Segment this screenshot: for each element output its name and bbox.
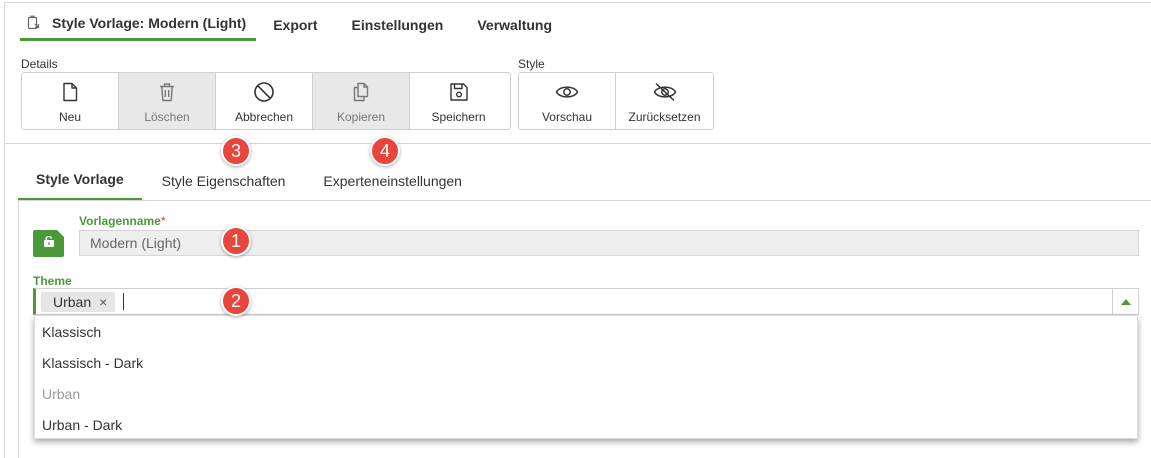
cancel-button[interactable]: Abbrechen bbox=[216, 73, 313, 129]
unlock-icon bbox=[42, 234, 56, 253]
top-tab-bar: Style Vorlage: Modern (Light) Export Ein… bbox=[20, 8, 569, 44]
details-button-group: Neu Löschen Abbrechen Kopieren Speichern bbox=[21, 72, 511, 130]
tab-label: Verwaltung bbox=[477, 16, 553, 33]
button-label: Speichern bbox=[431, 110, 486, 124]
cancel-icon bbox=[253, 81, 275, 103]
theme-option-klassisch-dark[interactable]: Klassisch - Dark bbox=[35, 347, 1137, 378]
tab-label: Style Vorlage bbox=[36, 171, 124, 187]
tab-settings[interactable]: Einstellungen bbox=[335, 8, 461, 41]
tab-export[interactable]: Export bbox=[256, 8, 334, 41]
tab-label: Einstellungen bbox=[351, 16, 444, 33]
eye-off-icon bbox=[653, 81, 677, 103]
chevron-up-icon bbox=[1120, 298, 1131, 305]
copy-button[interactable]: Kopieren bbox=[313, 73, 410, 129]
dropdown-toggle[interactable] bbox=[1112, 289, 1138, 314]
button-label: Löschen bbox=[144, 110, 190, 124]
tab-style-properties[interactable]: Style Eigenschaften bbox=[142, 160, 306, 201]
template-name-label: Vorlagenname* bbox=[79, 214, 165, 228]
save-button[interactable]: Speichern bbox=[410, 73, 507, 129]
theme-option-urban-dark[interactable]: Urban - Dark bbox=[35, 409, 1137, 440]
theme-dropdown-list: Klassisch Klassisch - Dark Urban Urban -… bbox=[34, 315, 1138, 439]
text-cursor bbox=[123, 293, 125, 310]
reset-button[interactable]: Zurücksetzen bbox=[616, 73, 713, 129]
panel-border bbox=[18, 201, 19, 458]
style-button-group: Vorschau Zurücksetzen bbox=[518, 72, 714, 130]
details-group-label: Details bbox=[21, 57, 58, 71]
button-label: Vorschau bbox=[541, 110, 593, 124]
annotation-badge-4: 4 bbox=[370, 136, 400, 166]
annotation-badge-1: 1 bbox=[221, 226, 251, 256]
required-marker: * bbox=[160, 214, 166, 228]
eye-icon bbox=[555, 81, 579, 103]
toolbar-divider bbox=[4, 143, 1151, 144]
input-value: Modern (Light) bbox=[90, 235, 182, 251]
save-icon bbox=[449, 81, 469, 103]
new-button[interactable]: Neu bbox=[22, 73, 119, 129]
unlock-toggle[interactable] bbox=[33, 230, 64, 257]
button-label: Zurücksetzen bbox=[628, 110, 701, 124]
theme-option-klassisch[interactable]: Klassisch bbox=[35, 316, 1137, 347]
sub-tab-divider bbox=[18, 200, 1151, 201]
chip-remove-icon[interactable]: × bbox=[99, 294, 107, 310]
tab-label: Style Vorlage: Modern (Light) bbox=[52, 15, 247, 31]
theme-select[interactable]: Urban × bbox=[33, 288, 1139, 315]
button-label: Neu bbox=[58, 110, 81, 124]
tab-label: Style Eigenschaften bbox=[161, 172, 286, 189]
tab-administration[interactable]: Verwaltung bbox=[460, 8, 569, 41]
delete-button[interactable]: Löschen bbox=[119, 73, 216, 129]
new-document-icon bbox=[61, 81, 79, 103]
copy-icon bbox=[352, 81, 370, 103]
tab-style-template[interactable]: Style Vorlage: Modern (Light) bbox=[20, 8, 257, 41]
tab-label: Export bbox=[273, 16, 318, 33]
theme-option-urban[interactable]: Urban bbox=[35, 378, 1137, 409]
tab-style-template-details[interactable]: Style Vorlage bbox=[18, 160, 142, 201]
chip-label: Urban bbox=[53, 293, 92, 310]
trash-icon bbox=[158, 81, 176, 103]
style-group-label: Style bbox=[518, 57, 545, 71]
tab-expert-settings[interactable]: Experteneinstellungen bbox=[305, 160, 480, 201]
button-label: Kopieren bbox=[336, 110, 386, 124]
theme-label: Theme bbox=[33, 274, 72, 288]
button-label: Abbrechen bbox=[234, 110, 294, 124]
sub-tab-bar: Style Vorlage Style Eigenschaften Expert… bbox=[18, 160, 480, 201]
annotation-badge-3: 3 bbox=[221, 136, 251, 166]
preview-button[interactable]: Vorschau bbox=[519, 73, 616, 129]
tab-label: Experteneinstellungen bbox=[323, 172, 462, 189]
selected-theme-chip: Urban × bbox=[41, 291, 116, 312]
annotation-badge-2: 2 bbox=[221, 286, 251, 316]
document-icon bbox=[26, 15, 40, 31]
label-text: Vorlagenname bbox=[79, 214, 161, 228]
